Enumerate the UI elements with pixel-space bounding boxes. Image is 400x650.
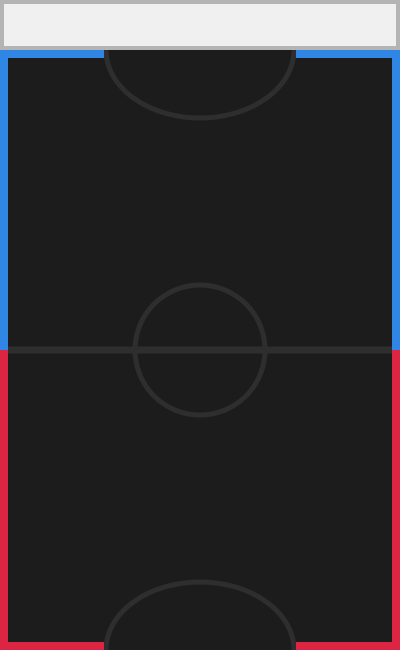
table-surface[interactable] <box>0 50 400 650</box>
hockey-table[interactable] <box>0 50 400 650</box>
air-hockey-game <box>0 0 400 650</box>
score-panel <box>0 0 400 50</box>
top-goal <box>104 50 296 52</box>
